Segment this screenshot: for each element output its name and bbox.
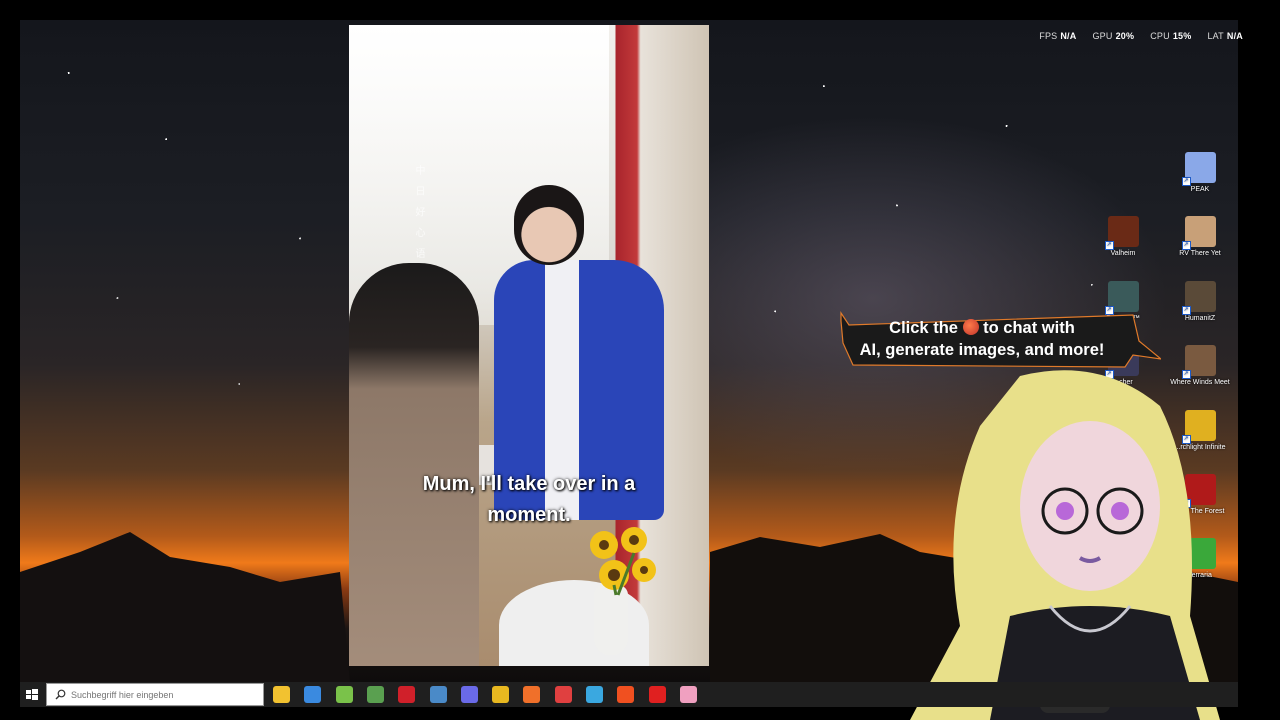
app-icon: ↗ [1104, 216, 1139, 250]
taskbar [20, 682, 1238, 707]
android-icon[interactable] [335, 686, 353, 703]
desktop-icon[interactable]: ↗ RV There Yet [1165, 216, 1235, 257]
shortcut-arrow-icon: ↗ [1181, 306, 1191, 315]
discord-icon[interactable] [460, 686, 478, 703]
video-subtitle: Mum, I'll take over in a moment. [422, 473, 636, 526]
vtuber-avatar [910, 370, 1220, 720]
shortcut-arrow-icon: ↗ [1104, 241, 1114, 250]
search-icon [55, 689, 66, 700]
latency-stat: LAT N/A [1207, 31, 1243, 41]
windows-start-icon[interactable] [20, 682, 44, 707]
steam-icon[interactable] [429, 686, 447, 703]
desktop-icon[interactable]: ↗ PEAK [1165, 152, 1235, 193]
desktop-icon[interactable]: ↗ HumanitZ [1165, 281, 1235, 322]
video-player[interactable]: 中 日 好 心 语 Mum, I'll take over in a momen… [349, 25, 709, 666]
gpu-stat: GPU 20% [1092, 31, 1135, 41]
shortcut-arrow-icon: ↗ [1181, 177, 1191, 186]
performance-overlay: FPS N/A GPU 20% CPU 15% LAT N/A [1039, 31, 1243, 41]
opera-icon[interactable] [648, 686, 666, 703]
basketball-icon[interactable] [962, 319, 979, 335]
desktop-icon-label: PEAK [1190, 186, 1210, 193]
desktop-icon[interactable]: ↗ Valheim [1088, 216, 1158, 257]
firefox-icon[interactable] [523, 686, 541, 703]
desktop-icon-label: HumanitZ [1184, 315, 1216, 322]
file-explorer-icon[interactable] [273, 686, 290, 703]
app-icon: ↗ [1104, 281, 1139, 315]
store-icon[interactable] [304, 686, 322, 703]
app-icon: ↗ [1181, 281, 1216, 315]
cpu-stat: CPU 15% [1150, 31, 1192, 41]
pink-app-icon[interactable] [679, 686, 697, 703]
desktop-icon-label: Valheim [1110, 250, 1136, 257]
chrome-icon[interactable] [492, 686, 510, 703]
taskbar-search-box[interactable] [46, 683, 264, 706]
shortcut-arrow-icon: ↗ [1181, 241, 1191, 250]
brave-icon[interactable] [617, 686, 635, 703]
assistant-hint: Click the to chat with AI, generate imag… [859, 319, 1105, 359]
desktop-icon-label: RV There Yet [1179, 250, 1221, 257]
package-icon[interactable] [366, 686, 384, 703]
fps-stat: FPS N/A [1039, 31, 1077, 41]
speedometer-icon[interactable] [554, 686, 572, 703]
news-icon[interactable] [398, 686, 416, 703]
search-input[interactable] [71, 687, 259, 703]
app-icon: ↗ [1181, 152, 1216, 186]
video-watermark-text: 中 日 好 心 语 [413, 165, 424, 263]
swirl-app-icon[interactable] [586, 686, 603, 703]
video-person-foreground [349, 263, 479, 666]
app-icon: ↗ [1181, 216, 1216, 250]
